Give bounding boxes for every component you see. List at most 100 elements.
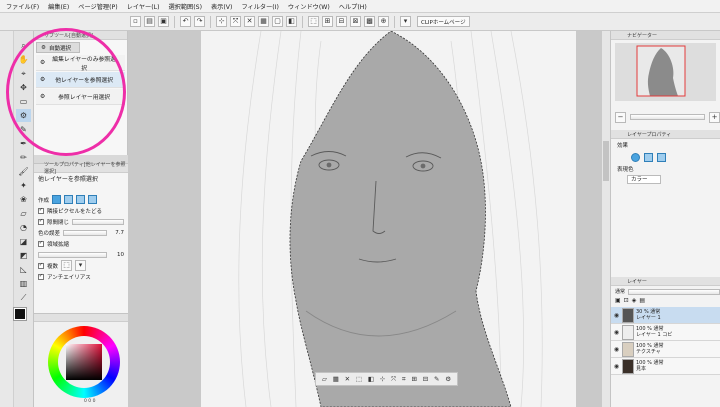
deselect-icon[interactable]: ▢ [272, 16, 283, 27]
grid-icon[interactable]: ⊞ [322, 16, 333, 27]
fill-icon[interactable]: ▦ [333, 375, 339, 383]
layer-opacity-slider[interactable] [628, 288, 720, 295]
canvas-area[interactable] [128, 31, 610, 407]
main-color-swatch[interactable] [13, 307, 27, 321]
zoom-icon[interactable]: ⊕ [378, 16, 389, 27]
layer-color-icon[interactable] [657, 153, 666, 162]
ruler-tool-icon[interactable]: ⟋ [16, 291, 31, 304]
new-icon[interactable]: ▫ [130, 16, 141, 27]
menu-window[interactable]: ウィンドウ(W) [288, 2, 330, 11]
refer-layer-icon[interactable]: ⬚ [61, 260, 73, 271]
tone-effect-icon[interactable] [644, 153, 653, 162]
hand-tool-icon[interactable]: ✋ [16, 53, 31, 66]
subtool-item-reference-layer[interactable]: ⚙ 参照レイヤー用選択 [36, 89, 125, 105]
subtool-item-edit-layer[interactable]: ⚙ 編集レイヤーのみ参照選択 [36, 55, 125, 72]
invert-icon[interactable]: ◧ [286, 16, 297, 27]
layer-row[interactable]: ◉ 100 % 通常 レイヤー 1 コピ [611, 324, 720, 341]
menu-edit[interactable]: 編集(E) [48, 2, 69, 11]
clear-icon[interactable]: ✕ [345, 375, 350, 383]
saturation-value-square[interactable] [66, 344, 102, 380]
fill-tool-icon[interactable]: ◪ [16, 235, 31, 248]
gradient-tool-icon[interactable]: ◩ [16, 249, 31, 262]
pen-tool-icon[interactable]: ✒ [16, 137, 31, 150]
zoom-in-icon[interactable]: + [709, 111, 720, 123]
grid2-icon[interactable]: ▩ [364, 16, 375, 27]
auto-select-tool-icon[interactable]: ⚙ [16, 109, 31, 122]
canvas-paper[interactable] [201, 31, 576, 407]
ruler-icon[interactable]: ⊟ [336, 16, 347, 27]
draft-icon[interactable]: ▤ [639, 297, 645, 307]
fill-icon[interactable]: ▦ [258, 16, 269, 27]
clear-icon[interactable]: ✕ [244, 16, 255, 27]
expand-slider[interactable] [38, 251, 107, 258]
snap-icon[interactable]: ⊠ [350, 16, 361, 27]
layer-row[interactable]: ◉ 100 % 通常 見本 [611, 358, 720, 375]
clip-icon[interactable]: ⊡ [624, 297, 629, 307]
blend-mode-select[interactable]: 通常 [615, 288, 625, 295]
brush-tool-icon[interactable]: 🖌 [16, 165, 31, 178]
tolerance-value[interactable]: 7.7 [110, 230, 124, 236]
menu-layer[interactable]: レイヤー(L) [127, 2, 160, 11]
invert-icon[interactable]: ◧ [368, 375, 374, 383]
crop-icon[interactable]: ⌗ [402, 375, 406, 384]
gap-checkbox[interactable]: ✓ [38, 218, 44, 225]
color-mode-select[interactable]: カラー [627, 175, 661, 184]
blend-tool-icon[interactable]: ◔ [16, 221, 31, 234]
selection-tool-icon[interactable]: ▭ [16, 95, 31, 108]
transform-icon[interactable]: ⊹ [216, 16, 227, 27]
aa-checkbox[interactable]: ✓ [38, 273, 44, 280]
move-tool-icon[interactable]: ✥ [16, 81, 31, 94]
subtool-group-tab[interactable]: ⚙ 自動選択 [36, 42, 80, 53]
operation-tool-icon[interactable]: ⌖ [16, 67, 31, 80]
eyedropper-tool-icon[interactable]: ✎ [16, 123, 31, 136]
lock-icon[interactable]: ▣ [615, 297, 621, 307]
border-effect-icon[interactable] [631, 153, 640, 162]
deselect-icon[interactable]: ▱ [322, 375, 327, 383]
expand-checkbox[interactable]: ✓ [38, 240, 44, 247]
eye-icon[interactable]: ◉ [613, 363, 620, 370]
intersect-selection-button[interactable] [88, 195, 98, 204]
zoom-tool-icon[interactable]: ⌕ [16, 39, 31, 52]
redo-icon[interactable]: ↷ [194, 16, 205, 27]
tolerance-slider[interactable] [63, 229, 107, 236]
refer-mode-icon[interactable]: ▾ [75, 260, 87, 271]
settings-icon[interactable]: ⚙ [445, 375, 451, 383]
refer-checkbox[interactable]: ✓ [38, 262, 44, 269]
transform-icon[interactable]: ⊹ [380, 375, 385, 383]
eraser-tool-icon[interactable]: ▱ [16, 207, 31, 220]
figure-tool-icon[interactable]: ◺ [16, 263, 31, 276]
menu-selection[interactable]: 選択範囲(S) [168, 2, 202, 11]
save-icon[interactable]: ▣ [158, 16, 169, 27]
eye-icon[interactable]: ◉ [613, 312, 620, 319]
scale-icon[interactable]: ⤧ [230, 16, 241, 27]
decoration-tool-icon[interactable]: ❀ [16, 193, 31, 206]
subtool-item-other-layer[interactable]: ⚙ 他レイヤーを参照選択 [36, 72, 125, 88]
ref-icon[interactable]: ◈ [632, 297, 637, 307]
scrollbar-thumb[interactable] [603, 141, 609, 181]
open-icon[interactable]: ▤ [144, 16, 155, 27]
expand-icon[interactable]: ⊞ [412, 375, 417, 383]
menu-view[interactable]: 表示(V) [211, 2, 232, 11]
selection-icon[interactable]: ⬚ [308, 16, 319, 27]
follow-checkbox[interactable]: ✓ [38, 207, 44, 214]
subtract-selection-button[interactable] [76, 195, 86, 204]
navigator-zoom-slider[interactable] [630, 114, 705, 120]
shrink-icon[interactable]: ⊟ [423, 375, 428, 383]
gap-slider[interactable] [72, 218, 124, 225]
add-selection-button[interactable] [64, 195, 74, 204]
scale-icon[interactable]: ⤧ [391, 375, 396, 384]
selection-icon[interactable]: ⬚ [356, 375, 362, 383]
menu-page[interactable]: ページ管理(P) [78, 2, 117, 11]
new-selection-button[interactable] [52, 195, 62, 204]
color-wheel[interactable] [48, 326, 120, 398]
settings-icon[interactable]: ▾ [400, 16, 411, 27]
menu-file[interactable]: ファイル(F) [6, 2, 39, 11]
frame-tool-icon[interactable]: ▥ [16, 277, 31, 290]
layer-row[interactable]: ◉ 100 % 通常 テクスチャ [611, 341, 720, 358]
pen-icon[interactable]: ✎ [434, 375, 439, 383]
zoom-out-icon[interactable]: − [615, 111, 626, 123]
airbrush-tool-icon[interactable]: ✦ [16, 179, 31, 192]
pencil-tool-icon[interactable]: ✏ [16, 151, 31, 164]
canvas-vertical-scrollbar[interactable] [602, 31, 610, 407]
expand-value[interactable]: 10 [110, 252, 124, 258]
